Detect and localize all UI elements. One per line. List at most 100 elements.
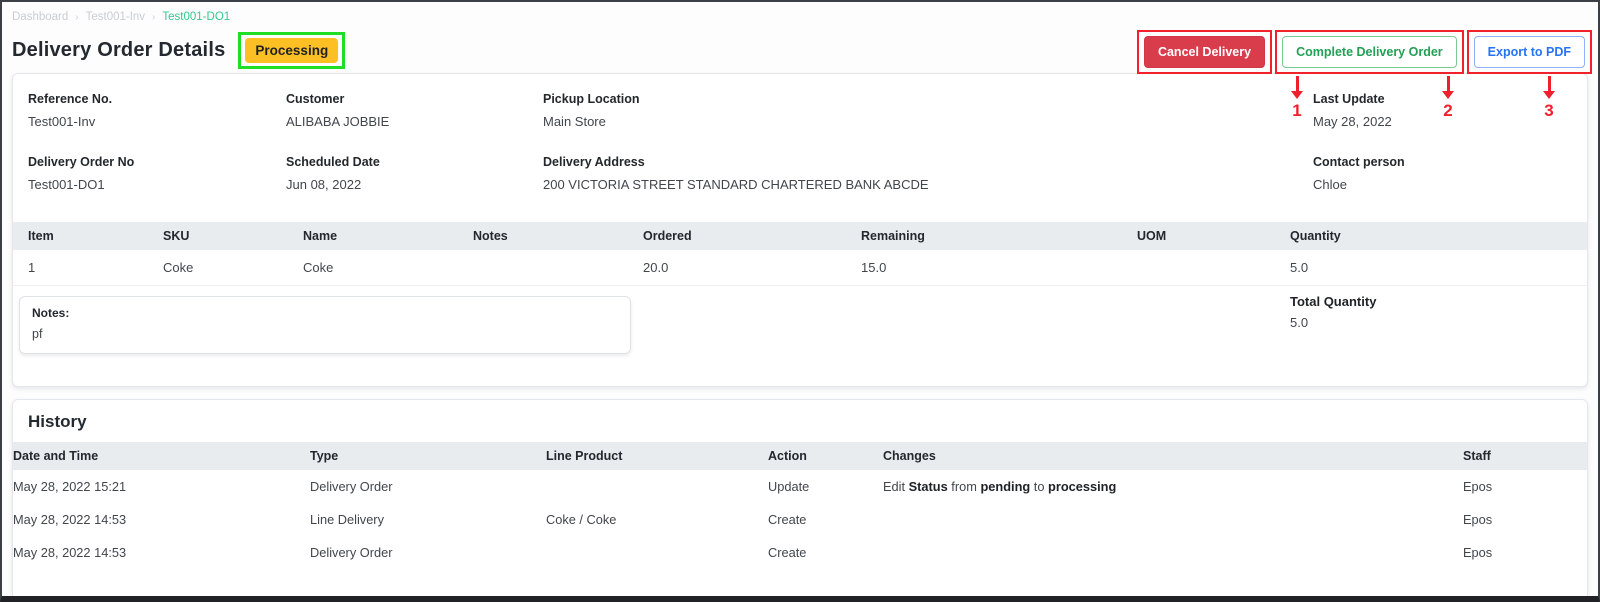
items-col-notes: Notes bbox=[473, 222, 643, 250]
field-reference-no: Reference No. Test001-Inv bbox=[28, 92, 286, 129]
history-col-staff: Staff bbox=[1463, 442, 1587, 470]
changes-old-value: pending bbox=[980, 479, 1031, 494]
total-quantity: Total Quantity 5.0 bbox=[1290, 294, 1376, 330]
delivery-order-details-page: Dashboard › Test001-Inv › Test001-DO1 De… bbox=[0, 0, 1600, 602]
type-cell: Delivery Order bbox=[310, 479, 393, 494]
changes-cell bbox=[883, 503, 1463, 536]
field-pickup-location: Pickup Location Main Store bbox=[543, 92, 1313, 129]
field-scheduled-date: Scheduled Date Jun 08, 2022 bbox=[286, 155, 543, 192]
field-value: Main Store bbox=[543, 114, 606, 129]
table-row: May 28, 2022 14:53 Delivery Order Create… bbox=[13, 536, 1587, 569]
field-value: Jun 08, 2022 bbox=[286, 177, 362, 192]
field-label: Scheduled Date bbox=[286, 155, 380, 169]
table-footer-area: Notes: pf Total Quantity 5.0 bbox=[13, 286, 1587, 386]
annotation-box-3: Export to PDF bbox=[1466, 30, 1592, 74]
annotation-box-2: Complete Delivery Order bbox=[1275, 30, 1464, 74]
field-customer: Customer ALIBABA JOBBIE bbox=[286, 92, 543, 129]
field-value: 200 VICTORIA STREET STANDARD CHARTERED B… bbox=[543, 177, 929, 192]
history-card: History Date and Time Type Line Product … bbox=[12, 399, 1588, 596]
field-value: Chloe bbox=[1313, 177, 1347, 192]
history-col-line-product: Line Product bbox=[546, 442, 768, 470]
status-badge-highlight-box: Processing bbox=[238, 31, 346, 69]
type-cell: Delivery Order bbox=[310, 545, 393, 560]
field-label: Last Update bbox=[1313, 92, 1385, 106]
remaining-cell: 15.0 bbox=[861, 250, 1137, 286]
sku-cell: Coke bbox=[163, 250, 303, 286]
breadcrumb: Dashboard › Test001-Inv › Test001-DO1 bbox=[2, 2, 1598, 23]
items-col-sku: SKU bbox=[163, 222, 303, 250]
history-col-action: Action bbox=[768, 442, 883, 470]
line-product-cell bbox=[546, 470, 768, 503]
field-value: ALIBABA JOBBIE bbox=[286, 114, 390, 129]
field-value: May 28, 2022 bbox=[1313, 114, 1392, 129]
uom-cell bbox=[1137, 250, 1290, 286]
field-delivery-address: Delivery Address 200 VICTORIA STREET STA… bbox=[543, 155, 1313, 192]
total-quantity-label: Total Quantity bbox=[1290, 294, 1377, 309]
table-row: May 28, 2022 14:53 Line Delivery Coke / … bbox=[13, 503, 1587, 536]
staff-cell: Epos bbox=[1463, 479, 1493, 494]
items-col-uom: UOM bbox=[1137, 222, 1290, 250]
datetime-cell: May 28, 2022 14:53 bbox=[13, 512, 127, 527]
field-label: Reference No. bbox=[28, 92, 113, 106]
items-col-quantity: Quantity bbox=[1290, 222, 1587, 250]
changes-text: from bbox=[951, 479, 977, 494]
items-col-remaining: Remaining bbox=[861, 222, 1137, 250]
staff-cell: Epos bbox=[1463, 545, 1493, 560]
field-last-update: Last Update May 28, 2022 bbox=[1313, 92, 1572, 129]
changes-cell bbox=[883, 536, 1463, 569]
notes-label: Notes: bbox=[32, 306, 70, 320]
items-col-item: Item bbox=[13, 222, 163, 250]
field-delivery-order-no: Delivery Order No Test001-DO1 bbox=[28, 155, 286, 192]
changes-new-value: processing bbox=[1048, 479, 1117, 494]
breadcrumb-separator-icon: › bbox=[75, 11, 79, 23]
history-col-datetime: Date and Time bbox=[13, 442, 310, 470]
action-cell: Create bbox=[768, 545, 807, 560]
total-quantity-value: 5.0 bbox=[1290, 315, 1309, 330]
changes-field: Status bbox=[908, 479, 948, 494]
field-value: Test001-DO1 bbox=[28, 177, 105, 192]
complete-delivery-order-button[interactable]: Complete Delivery Order bbox=[1282, 36, 1457, 68]
history-section-title: History bbox=[28, 412, 87, 431]
changes-text: to bbox=[1033, 479, 1045, 494]
quantity-cell: 5.0 bbox=[1290, 250, 1587, 286]
breadcrumb-dashboard[interactable]: Dashboard bbox=[12, 11, 68, 23]
export-to-pdf-button[interactable]: Export to PDF bbox=[1473, 36, 1585, 68]
field-label: Contact person bbox=[1313, 155, 1405, 169]
line-product-cell bbox=[546, 536, 768, 569]
details-grid: Reference No. Test001-Inv Customer ALIBA… bbox=[13, 74, 1587, 204]
history-table-header-row: Date and Time Type Line Product Action C… bbox=[13, 442, 1587, 470]
action-buttons: Cancel Delivery Complete Delivery Order … bbox=[1136, 30, 1592, 74]
items-col-name: Name bbox=[303, 222, 473, 250]
changes-text: Edit bbox=[883, 479, 906, 494]
status-badge: Processing bbox=[245, 37, 339, 63]
page-title: Delivery Order Details bbox=[12, 38, 226, 61]
breadcrumb-current: Test001-DO1 bbox=[162, 11, 231, 23]
field-value: Test001-Inv bbox=[28, 114, 96, 129]
order-notes-box: Notes: pf bbox=[19, 296, 631, 354]
items-col-ordered: Ordered bbox=[643, 222, 861, 250]
notes-value: pf bbox=[32, 327, 43, 341]
field-label: Delivery Address bbox=[543, 155, 645, 169]
field-label: Pickup Location bbox=[543, 92, 640, 106]
history-col-changes: Changes bbox=[883, 442, 1463, 470]
order-details-card: Reference No. Test001-Inv Customer ALIBA… bbox=[12, 73, 1588, 387]
name-cell: Coke bbox=[303, 250, 473, 286]
table-row: 1 Coke Coke 20.0 15.0 5.0 bbox=[13, 250, 1587, 286]
staff-cell: Epos bbox=[1463, 512, 1493, 527]
type-cell: Line Delivery bbox=[310, 512, 384, 527]
items-table: Item SKU Name Notes Ordered Remaining UO… bbox=[13, 222, 1587, 286]
action-cell: Update bbox=[768, 479, 810, 494]
action-cell: Create bbox=[768, 512, 807, 527]
ordered-cell: 20.0 bbox=[643, 250, 861, 286]
changes-cell: Edit Status from pending to processing bbox=[883, 470, 1463, 503]
annotation-box-1: Cancel Delivery bbox=[1136, 30, 1273, 74]
datetime-cell: May 28, 2022 14:53 bbox=[13, 545, 127, 560]
line-product-cell: Coke / Coke bbox=[546, 512, 617, 527]
breadcrumb-separator-icon: › bbox=[152, 11, 156, 23]
table-row: May 28, 2022 15:21 Delivery Order Update… bbox=[13, 470, 1587, 503]
notes-cell bbox=[473, 250, 643, 286]
item-cell: 1 bbox=[13, 250, 163, 286]
datetime-cell: May 28, 2022 15:21 bbox=[13, 479, 127, 494]
cancel-delivery-button[interactable]: Cancel Delivery bbox=[1143, 36, 1266, 68]
breadcrumb-invoice[interactable]: Test001-Inv bbox=[86, 11, 145, 23]
